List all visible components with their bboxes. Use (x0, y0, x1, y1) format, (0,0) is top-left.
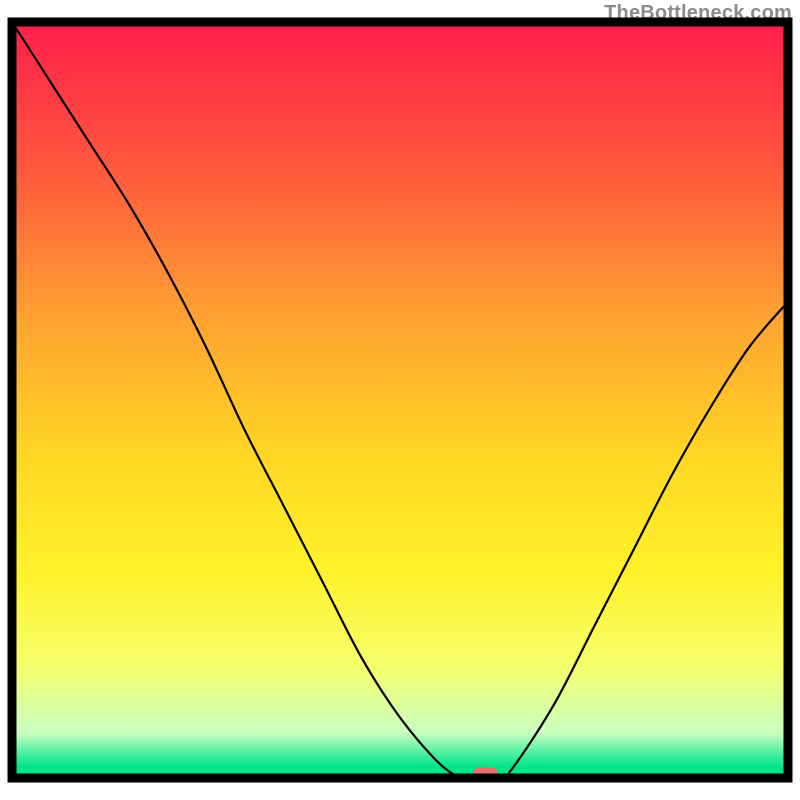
plot-background (12, 22, 788, 778)
chart-container: TheBottleneck.com (0, 0, 800, 800)
bottleneck-chart (0, 0, 800, 800)
